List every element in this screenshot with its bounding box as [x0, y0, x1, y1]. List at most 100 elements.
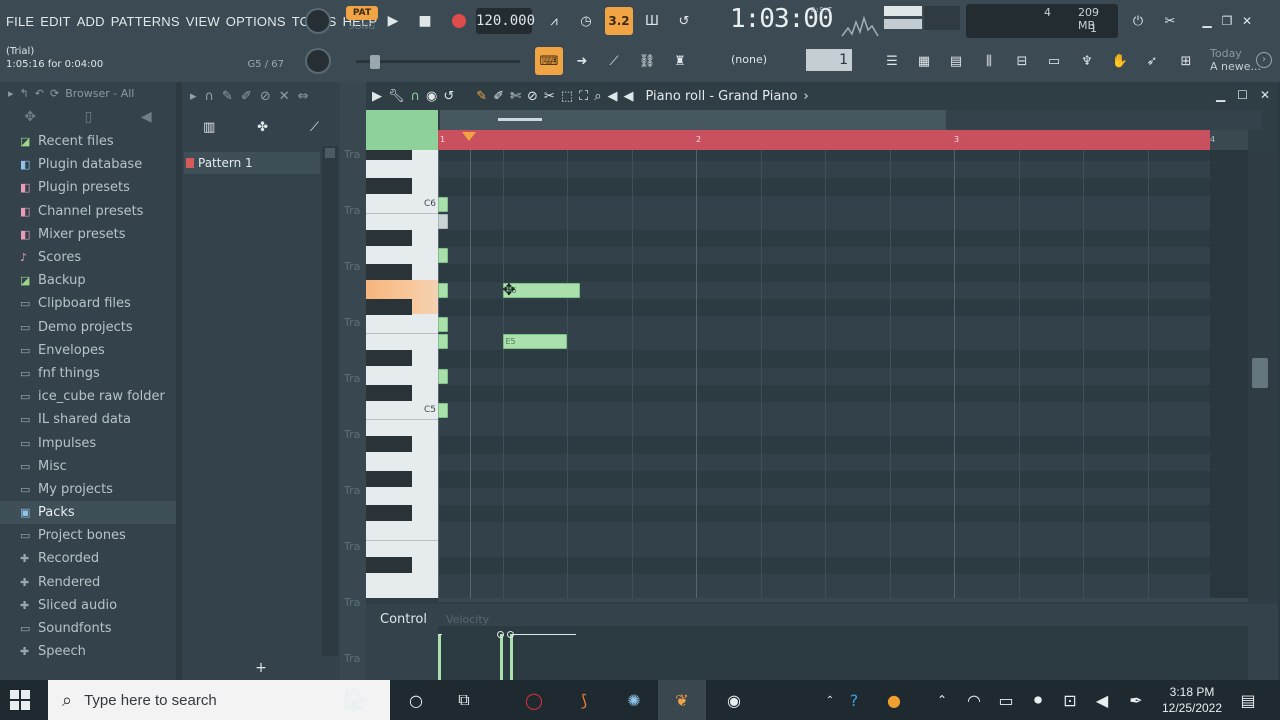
browser-item[interactable]: ▭ Soundfonts [0, 617, 176, 640]
close-button[interactable]: ✕ [1238, 12, 1256, 30]
pr-play-icon[interactable]: ◉ [426, 89, 437, 104]
notifications-icon[interactable]: ▤ [1236, 688, 1260, 712]
master-pitch-knob[interactable] [305, 48, 331, 74]
master-pitch-slider[interactable] [356, 55, 520, 69]
browser-item[interactable]: ✚ Rendered [0, 571, 176, 594]
pr-menu-arrow-icon[interactable]: ▶ [372, 89, 382, 104]
browser-refresh-icon[interactable]: ⟳ [50, 87, 59, 100]
hscroll-thumb[interactable] [498, 118, 542, 121]
step-edit-button[interactable]: Ш [638, 7, 666, 35]
black-key[interactable] [366, 150, 412, 160]
ghost-note[interactable] [438, 196, 448, 212]
time-ruler[interactable]: 1 2 3 [438, 130, 1210, 150]
browser-item[interactable]: ◪ Backup [0, 269, 176, 292]
loop-record-button[interactable]: ↺ [670, 7, 698, 35]
browser-title[interactable]: Browser - All [65, 87, 134, 100]
browser-item[interactable]: ▭ fnf things [0, 362, 176, 385]
pr-mute-icon[interactable]: ⊘ [527, 89, 538, 104]
black-key[interactable] [366, 298, 412, 315]
restore-button[interactable]: ❐ [1218, 12, 1236, 30]
add-pattern-button[interactable]: + [182, 660, 340, 680]
piano-roll-button[interactable]: ▦ [910, 47, 938, 75]
task-view-icon[interactable]: ⧉ [452, 688, 476, 712]
pr-zoom-select-icon[interactable]: ⛶ [579, 89, 588, 104]
cut-tool-button[interactable]: ⟋ [600, 47, 628, 75]
pattern-scrollbar[interactable] [322, 146, 338, 656]
browser-item[interactable]: ▭ Misc [0, 455, 176, 478]
black-key[interactable] [366, 264, 412, 281]
browser-item[interactable]: ▭ Demo projects [0, 316, 176, 339]
menu-edit[interactable]: EDIT [40, 14, 70, 29]
black-key[interactable] [366, 556, 412, 573]
pattern-scroll-up[interactable] [325, 148, 335, 158]
browser-back-icon[interactable]: ↰ [20, 87, 29, 100]
slip-icon[interactable]: ⇔ [298, 89, 309, 104]
taskbar-scroll-icon[interactable]: ⌃ [818, 688, 842, 712]
pr-title-chevron-icon[interactable]: › [803, 89, 808, 104]
bottom-divider[interactable] [438, 598, 1248, 602]
online-button[interactable]: ⏻ [1124, 7, 1152, 35]
menu-view[interactable]: VIEW [186, 14, 220, 29]
browser-file-icon[interactable]: ▯ [85, 109, 93, 125]
black-key[interactable] [366, 470, 412, 487]
tab-audio-icon[interactable]: ✤ [257, 120, 268, 142]
control-target[interactable]: Velocity [446, 613, 489, 626]
minimize-button[interactable]: ▁ [1198, 12, 1216, 30]
browser-undo-icon[interactable]: ↶ [35, 87, 44, 100]
pattern-selector[interactable]: (none) [716, 50, 782, 70]
pr-magnet-icon[interactable]: ∩ [411, 89, 421, 104]
master-volume-knob[interactable] [305, 8, 331, 34]
browser-item[interactable]: ▭ Project bones [0, 524, 176, 547]
news-panel[interactable]: Today A newe... [1210, 47, 1261, 73]
metronome-button[interactable]: ⩘ [540, 7, 568, 35]
next-arrow-button[interactable]: ➜ [568, 47, 596, 75]
paint-app-icon[interactable]: ✺ [622, 688, 646, 712]
mute-icon[interactable]: ✕ [279, 89, 290, 104]
menu-options[interactable]: OPTIONS [226, 14, 286, 29]
opera-icon[interactable]: ◯ [522, 688, 546, 712]
note-grid[interactable]: G5 E5 ✥ [438, 150, 1248, 598]
shop-button[interactable]: ⊞ [1172, 47, 1200, 75]
pattern-arrow-icon[interactable]: ▸ [190, 89, 197, 104]
pr-paint-icon[interactable]: ✐ [493, 89, 504, 104]
help-icon[interactable]: ? [842, 688, 866, 712]
pr-maximize-button[interactable]: ☐ [1237, 88, 1248, 102]
menu-patterns[interactable]: PATTERNS [111, 14, 180, 29]
pr-select-icon[interactable]: ⬚ [561, 89, 573, 104]
browser-item[interactable]: ✚ Speech [0, 640, 176, 663]
black-key[interactable] [366, 350, 412, 367]
pr-close-button[interactable]: ✕ [1260, 88, 1270, 102]
camera-icon[interactable]: ⊡ [1058, 688, 1082, 712]
pr-delete-icon[interactable]: ✄ [510, 89, 521, 104]
piano-roll-vscroll[interactable] [1248, 150, 1276, 598]
pencil-icon[interactable]: ✎ [222, 89, 233, 104]
pattern-number[interactable]: 1 [806, 49, 852, 71]
note-e5[interactable]: E5 [502, 334, 567, 350]
browser-collapse-icon[interactable]: ✥ [24, 109, 36, 125]
browser-item[interactable]: ◧ Channel presets [0, 200, 176, 223]
browser-item[interactable]: ✚ Sliced audio [0, 594, 176, 617]
browser-item[interactable]: ▭ My projects [0, 478, 176, 501]
news-next-icon[interactable]: › [1256, 52, 1272, 68]
record-button[interactable] [446, 8, 472, 34]
wifi-icon[interactable]: ◠ [962, 688, 986, 712]
pr-speaker-icon[interactable]: ◀ [608, 89, 618, 104]
pr-slice-icon[interactable]: ✂ [544, 89, 555, 104]
ghost-note[interactable] [438, 368, 448, 384]
link-button[interactable]: ⛓ [633, 47, 661, 75]
holiday-decoration-icon[interactable]: 🏠︎ [330, 688, 378, 713]
velocity-bar[interactable] [438, 634, 441, 680]
ghost-note[interactable] [438, 317, 448, 332]
pr-draw-icon[interactable]: ✎ [476, 89, 487, 104]
browser-item[interactable]: ◧ Mixer presets [0, 223, 176, 246]
black-key[interactable] [366, 384, 412, 401]
browser-item[interactable]: ✚ Recorded [0, 547, 176, 570]
snap-button[interactable]: 3.2 [605, 7, 633, 35]
browser-item[interactable]: ▭ IL shared data [0, 408, 176, 431]
pen-tray-icon[interactable]: ✒ [1124, 688, 1148, 712]
velocity-bar[interactable] [510, 634, 513, 680]
browser-item[interactable]: ▭ ice_cube raw folder [0, 385, 176, 408]
plugin-database-button[interactable]: ♆ [1073, 47, 1101, 75]
ghost-note[interactable] [438, 248, 448, 264]
start-button[interactable] [10, 690, 30, 710]
